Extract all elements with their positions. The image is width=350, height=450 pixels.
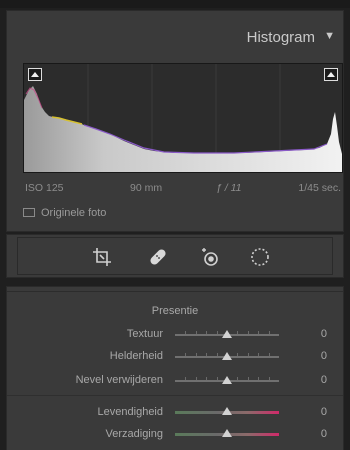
slider-value[interactable]: 0: [321, 406, 327, 418]
slider-value[interactable]: 0: [321, 374, 327, 386]
collapse-arrow-icon[interactable]: ▼: [324, 30, 335, 42]
slider-thumb[interactable]: [222, 407, 232, 415]
slider-thumb[interactable]: [222, 330, 232, 338]
slider-saturation[interactable]: Verzadiging 0: [7, 425, 343, 443]
panel-divider: [7, 291, 343, 292]
slider-label: Nevel verwijderen: [75, 374, 163, 386]
original-photo-label: Originele foto: [41, 207, 107, 219]
slider-track[interactable]: [175, 330, 279, 338]
original-photo-toggle[interactable]: Originele foto: [23, 207, 106, 223]
masking-icon[interactable]: [248, 245, 272, 269]
crop-overlay-icon[interactable]: [90, 245, 114, 269]
shutter-value: 1/45 sec.: [298, 182, 341, 194]
slider-value[interactable]: 0: [321, 428, 327, 440]
top-strip: [0, 0, 350, 8]
panel-title: Histogram: [246, 29, 315, 46]
exif-info: ISO 125 90 mm ƒ / 11 1/45 sec.: [23, 179, 343, 197]
section-divider: [7, 395, 343, 396]
iso-value: ISO 125: [25, 182, 64, 194]
slider-clarity[interactable]: Helderheid 0: [7, 347, 343, 365]
highlight-clipping-icon[interactable]: [324, 68, 338, 81]
shadow-clipping-icon[interactable]: [28, 68, 42, 81]
tool-strip-panel: [6, 234, 344, 278]
presence-section-title: Presentie: [151, 305, 199, 317]
slider-track[interactable]: [175, 407, 279, 415]
slider-track[interactable]: [175, 376, 279, 384]
aperture-value: ƒ / 11: [216, 182, 242, 194]
red-eye-icon[interactable]: [198, 245, 222, 269]
slider-thumb[interactable]: [222, 352, 232, 360]
presence-panel: Presentie Textuur 0 Helderheid 0 Nevel v…: [6, 286, 344, 450]
tool-strip: [17, 237, 333, 275]
slider-label: Verzadiging: [105, 428, 164, 440]
slider-thumb[interactable]: [222, 429, 232, 437]
histogram-header[interactable]: Histogram ▼: [7, 11, 343, 53]
histogram-svg: [24, 64, 342, 172]
focal-length-value: 90 mm: [130, 182, 163, 194]
histogram-graph[interactable]: [23, 63, 343, 173]
slider-vibrance[interactable]: Levendigheid 0: [7, 403, 343, 421]
slider-label: Helderheid: [109, 350, 163, 362]
slider-thumb[interactable]: [222, 376, 232, 384]
slider-label: Textuur: [126, 328, 163, 340]
slider-value[interactable]: 0: [321, 328, 327, 340]
histogram-panel: Histogram ▼ ISO 125 90 mm ƒ / 11 1/45 se…: [6, 10, 344, 232]
spot-removal-icon[interactable]: [146, 245, 170, 269]
checkbox-icon[interactable]: [23, 208, 35, 217]
slider-texture[interactable]: Textuur 0: [7, 325, 343, 343]
slider-track[interactable]: [175, 429, 279, 437]
slider-dehaze[interactable]: Nevel verwijderen 0: [7, 371, 343, 389]
slider-label: Levendigheid: [97, 406, 163, 418]
histogram-luminance-area: [24, 86, 342, 172]
slider-track[interactable]: [175, 352, 279, 360]
slider-value[interactable]: 0: [321, 350, 327, 362]
